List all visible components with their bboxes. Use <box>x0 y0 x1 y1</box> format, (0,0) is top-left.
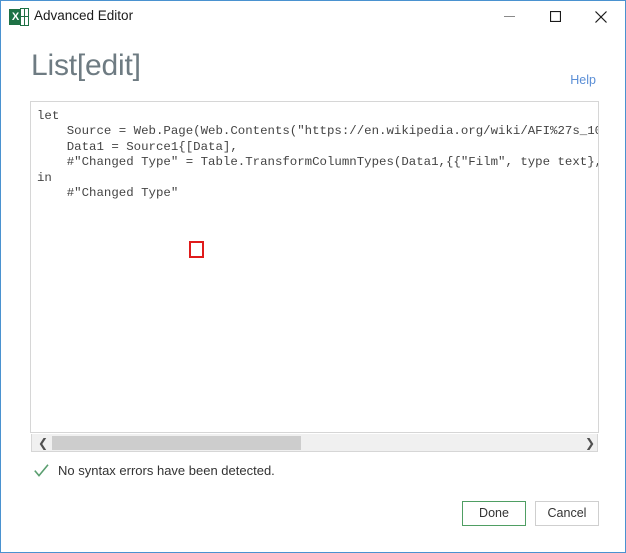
window-title: Advanced Editor <box>34 8 134 23</box>
maximize-button[interactable] <box>532 1 578 32</box>
page-title: List[edit] <box>31 49 141 82</box>
advanced-editor-window: X Advanced Editor List[edit] Help let So… <box>0 0 626 553</box>
title-bar: X Advanced Editor <box>1 0 625 33</box>
close-icon <box>595 10 607 23</box>
code-text[interactable]: let Source = Web.Page(Web.Contents("http… <box>37 109 598 201</box>
status-message: No syntax errors have been detected. <box>58 463 275 478</box>
status-row: No syntax errors have been detected. <box>34 463 275 478</box>
check-icon <box>34 464 49 477</box>
close-button[interactable] <box>578 1 624 32</box>
chevron-right-icon[interactable]: ❯ <box>579 434 597 451</box>
horizontal-scrollbar[interactable]: ❮ ❯ <box>31 434 598 452</box>
chevron-left-icon[interactable]: ❮ <box>32 434 50 451</box>
cancel-button[interactable]: Cancel <box>535 501 599 526</box>
done-button[interactable]: Done <box>462 501 526 526</box>
excel-icon-grid <box>20 8 29 26</box>
help-link[interactable]: Help <box>570 73 596 87</box>
minimize-icon <box>503 16 515 17</box>
red-highlight-annotation <box>189 241 204 258</box>
minimize-button[interactable] <box>486 1 532 32</box>
maximize-icon <box>549 11 561 22</box>
scrollbar-thumb[interactable] <box>52 436 301 450</box>
code-editor-panel[interactable]: let Source = Web.Page(Web.Contents("http… <box>30 101 599 433</box>
excel-icon: X <box>9 8 29 27</box>
